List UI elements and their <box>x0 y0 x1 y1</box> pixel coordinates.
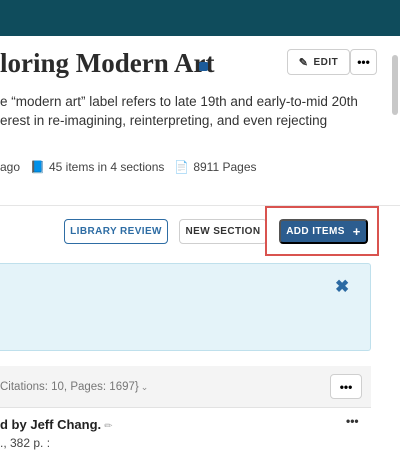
chevron-down-icon[interactable]: ⌄ <box>141 382 149 392</box>
title-more-button[interactable]: ••• <box>350 49 377 75</box>
scrollbar[interactable] <box>392 55 398 115</box>
notice-panel <box>0 263 371 351</box>
external-link-icon[interactable] <box>199 62 208 71</box>
item-title-text: d by Jeff Chang. <box>0 417 102 432</box>
page-title: loring Modern Art <box>0 48 215 78</box>
book-icon: 📘 <box>30 160 45 174</box>
add-items-button[interactable]: ADD ITEMS + <box>279 219 368 244</box>
pencil-icon: ✎ <box>298 56 309 69</box>
library-review-button[interactable]: LIBRARY REVIEW <box>64 219 168 244</box>
updated-text: ago <box>0 160 21 174</box>
new-section-button[interactable]: NEW SECTION <box>179 219 267 244</box>
add-items-label: ADD ITEMS <box>286 226 345 237</box>
list-description: e “modern art” label refers to late 19th… <box>0 92 390 130</box>
item-details: ., 382 p. : <box>0 436 51 450</box>
item-title: d by Jeff Chang. ✏ <box>0 417 113 432</box>
description-line: erest in re-imagining, reinterpreting, a… <box>0 113 328 128</box>
plus-icon: + <box>352 224 361 239</box>
close-icon[interactable]: ✖ <box>335 277 349 297</box>
edit-button-label: EDIT <box>313 56 339 68</box>
link-icon[interactable]: ✏ <box>104 421 112 432</box>
items-count: 45 items in 4 sections <box>48 160 165 174</box>
top-nav-bar <box>0 0 400 36</box>
list-meta: ago 📘 45 items in 4 sections 📄 8911 Page… <box>0 160 257 174</box>
item-more-button[interactable]: ••• <box>346 414 359 428</box>
section-summary-text: Citations: 10, Pages: 1697} <box>0 381 139 393</box>
edit-button[interactable]: ✎ EDIT <box>287 49 350 75</box>
section-more-button[interactable]: ••• <box>330 374 362 399</box>
pages-icon: 📄 <box>174 160 190 174</box>
pages-count: 8911 Pages <box>193 160 257 174</box>
section-summary[interactable]: Citations: 10, Pages: 1697} ⌄ <box>0 381 148 393</box>
description-line: e “modern art” label refers to late 19th… <box>0 94 358 109</box>
